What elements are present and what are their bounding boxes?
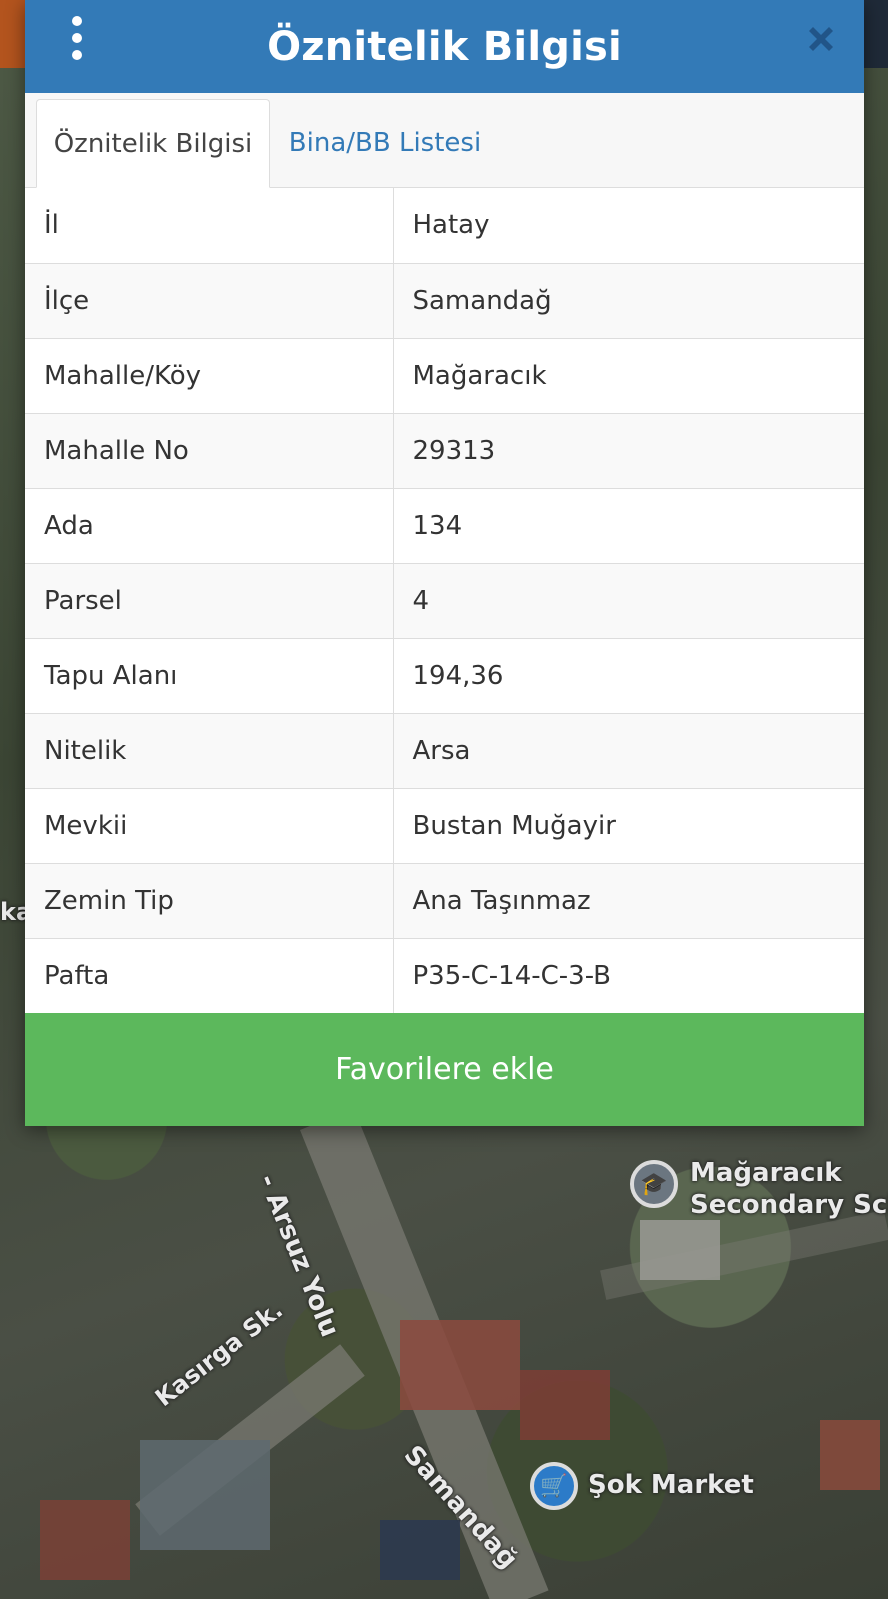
map-label-school[interactable]: Mağaracık <box>690 1158 842 1188</box>
attribute-dialog: Öznitelik Bilgisi Öznitelik Bilgisi Bina… <box>25 0 864 1126</box>
attribute-value: Arsa <box>393 712 864 788</box>
attribute-key: Nitelik <box>25 712 394 788</box>
map-top-strip-left <box>0 0 25 68</box>
map-roof <box>520 1370 610 1440</box>
attribute-value: 134 <box>393 487 864 563</box>
add-to-favorites-button[interactable]: Favorilere ekle <box>25 1013 864 1126</box>
attribute-table: İl Hatay İlçe Samandağ Mahalle/Köy Mağaracık M… <box>25 188 864 1013</box>
attribute-key: İlçe <box>25 262 394 338</box>
table-row: Pafta P35-C-14-C-3-B <box>25 937 864 1013</box>
attribute-key: Mevkii <box>25 787 394 863</box>
attribute-value: Hatay <box>393 188 864 263</box>
close-icon[interactable] <box>804 22 838 56</box>
map-roof <box>400 1320 520 1410</box>
dialog-title: Öznitelik Bilgisi <box>267 23 622 70</box>
attribute-key: Mahalle No <box>25 412 394 488</box>
table-row: Mevkii Bustan Muğayir <box>25 787 864 863</box>
tab-attribute-info[interactable]: Öznitelik Bilgisi <box>36 99 270 188</box>
more-vertical-icon[interactable] <box>67 16 87 60</box>
table-row: Mahalle/Köy Mağaracık <box>25 337 864 413</box>
attribute-value: 194,36 <box>393 637 864 713</box>
attribute-key: Parsel <box>25 562 394 638</box>
map-label-road-kasirga: Kasırga Sk. <box>150 1295 288 1413</box>
attribute-key: Mahalle/Köy <box>25 337 394 413</box>
attribute-value: Samandağ <box>393 262 864 338</box>
table-row: Nitelik Arsa <box>25 712 864 788</box>
attribute-value: 4 <box>393 562 864 638</box>
table-row: İlçe Samandağ <box>25 262 864 338</box>
table-row: İl Hatay <box>25 188 864 263</box>
menu-dot <box>72 16 82 26</box>
attribute-key: Zemin Tip <box>25 862 394 938</box>
map-roof <box>140 1440 270 1550</box>
attribute-value: P35-C-14-C-3-B <box>393 937 864 1013</box>
map-label-market[interactable]: Şok Market <box>588 1470 754 1500</box>
attribute-value: 29313 <box>393 412 864 488</box>
map-label-school-line2[interactable]: Secondary Sch <box>690 1190 888 1220</box>
menu-dot <box>72 50 82 60</box>
attribute-key: İl <box>25 188 394 263</box>
attribute-value: Bustan Muğayir <box>393 787 864 863</box>
menu-dot <box>72 33 82 43</box>
table-row: Tapu Alanı 194,36 <box>25 637 864 713</box>
shopping-cart-icon[interactable]: 🛒 <box>530 1462 578 1510</box>
table-row: Parsel 4 <box>25 562 864 638</box>
attribute-key: Pafta <box>25 937 394 1013</box>
map-roof <box>640 1220 720 1280</box>
map-top-strip-right <box>864 0 888 68</box>
table-row: Zemin Tip Ana Taşınmaz <box>25 862 864 938</box>
attribute-value: Mağaracık <box>393 337 864 413</box>
table-row: Mahalle No 29313 <box>25 412 864 488</box>
school-icon[interactable]: 🎓 <box>630 1160 678 1208</box>
map-roof <box>40 1500 130 1580</box>
map-roof <box>380 1520 460 1580</box>
attribute-key: Tapu Alanı <box>25 637 394 713</box>
attribute-key: Ada <box>25 487 394 563</box>
tab-building-list[interactable]: Bina/BB Listesi <box>279 99 491 187</box>
map-roof <box>820 1420 880 1490</box>
table-row: Ada 134 <box>25 487 864 563</box>
dialog-header: Öznitelik Bilgisi <box>25 0 864 93</box>
attribute-value: Ana Taşınmaz <box>393 862 864 938</box>
tab-bar: Öznitelik Bilgisi Bina/BB Listesi <box>25 93 864 188</box>
